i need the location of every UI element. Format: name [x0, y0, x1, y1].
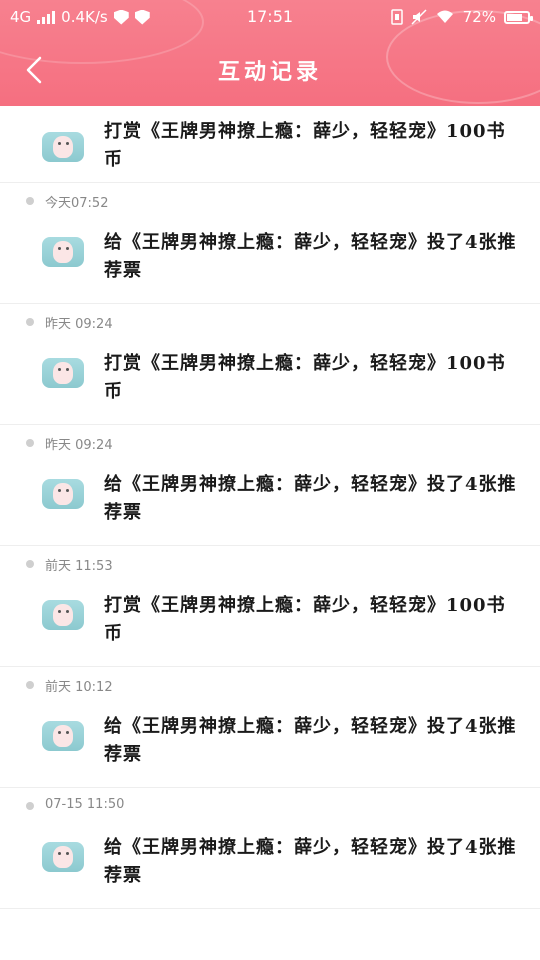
- record-time: 昨天 09:24: [45, 317, 113, 332]
- avatar: [42, 721, 84, 751]
- nav-bar: 互动记录: [0, 34, 540, 106]
- record-time: 前天 11:53: [45, 559, 113, 574]
- timeline-dot: [26, 560, 34, 568]
- timeline-dot: [26, 197, 34, 205]
- record-text: 给《王牌男神撩上瘾：薛少，轻轻宠》投了4张推荐票: [104, 232, 517, 281]
- record-time: 前天 10:12: [45, 680, 113, 695]
- timeline-dot: [26, 802, 34, 810]
- timeline-dot: [26, 318, 34, 326]
- record-text: 给《王牌男神撩上瘾：薛少，轻轻宠》投了4张推荐票: [104, 716, 517, 765]
- record-time: 昨天 09:24: [45, 438, 113, 453]
- header: 4G 0.4K/s 17:51 72% 互动记录: [0, 0, 540, 106]
- record-item[interactable]: 打赏《王牌男神撩上瘾：薛少，轻轻宠》100书币: [0, 106, 540, 183]
- record-item[interactable]: 前天 10:12 给《王牌男神撩上瘾：薛少，轻轻宠》投了4张推荐票: [0, 667, 540, 788]
- record-item[interactable]: 昨天 09:24 给《王牌男神撩上瘾：薛少，轻轻宠》投了4张推荐票: [0, 425, 540, 546]
- avatar: [42, 237, 84, 267]
- timeline-dot: [26, 439, 34, 447]
- avatar: [42, 842, 84, 872]
- wifi-icon: [436, 10, 453, 23]
- record-text: 给《王牌男神撩上瘾：薛少，轻轻宠》投了4张推荐票: [104, 474, 517, 523]
- sim-icon: [390, 9, 403, 25]
- record-item[interactable]: 今天07:52 给《王牌男神撩上瘾：薛少，轻轻宠》投了4张推荐票: [0, 183, 540, 304]
- mute-icon: [411, 9, 427, 25]
- avatar: [42, 132, 84, 162]
- battery-level: 72%: [462, 8, 496, 26]
- record-item[interactable]: 前天 11:53 打赏《王牌男神撩上瘾：薛少，轻轻宠》100书币: [0, 546, 540, 667]
- record-text: 给《王牌男神撩上瘾：薛少，轻轻宠》投了4张推荐票: [104, 837, 517, 886]
- record-item[interactable]: 07-15 11:50 给《王牌男神撩上瘾：薛少，轻轻宠》投了4张推荐票: [0, 788, 540, 909]
- avatar: [42, 358, 84, 388]
- record-text: 打赏《王牌男神撩上瘾：薛少，轻轻宠》100书币: [104, 595, 506, 644]
- battery-icon: [504, 10, 533, 24]
- page-title: 互动记录: [217, 59, 322, 85]
- avatar: [42, 479, 84, 509]
- record-time: 07-15 11:50: [45, 797, 125, 812]
- status-bar: 4G 0.4K/s 17:51 72%: [0, 0, 540, 34]
- record-list: 打赏《王牌男神撩上瘾：薛少，轻轻宠》100书币 今天07:52 给《王牌男神撩上…: [0, 106, 540, 909]
- record-text: 打赏《王牌男神撩上瘾：薛少，轻轻宠》100书币: [104, 353, 506, 402]
- timeline-dot: [26, 681, 34, 689]
- record-time: 今天07:52: [45, 196, 109, 211]
- record-item[interactable]: 昨天 09:24 打赏《王牌男神撩上瘾：薛少，轻轻宠》100书币: [0, 304, 540, 425]
- avatar: [42, 600, 84, 630]
- record-text: 打赏《王牌男神撩上瘾：薛少，轻轻宠》100书币: [104, 121, 506, 170]
